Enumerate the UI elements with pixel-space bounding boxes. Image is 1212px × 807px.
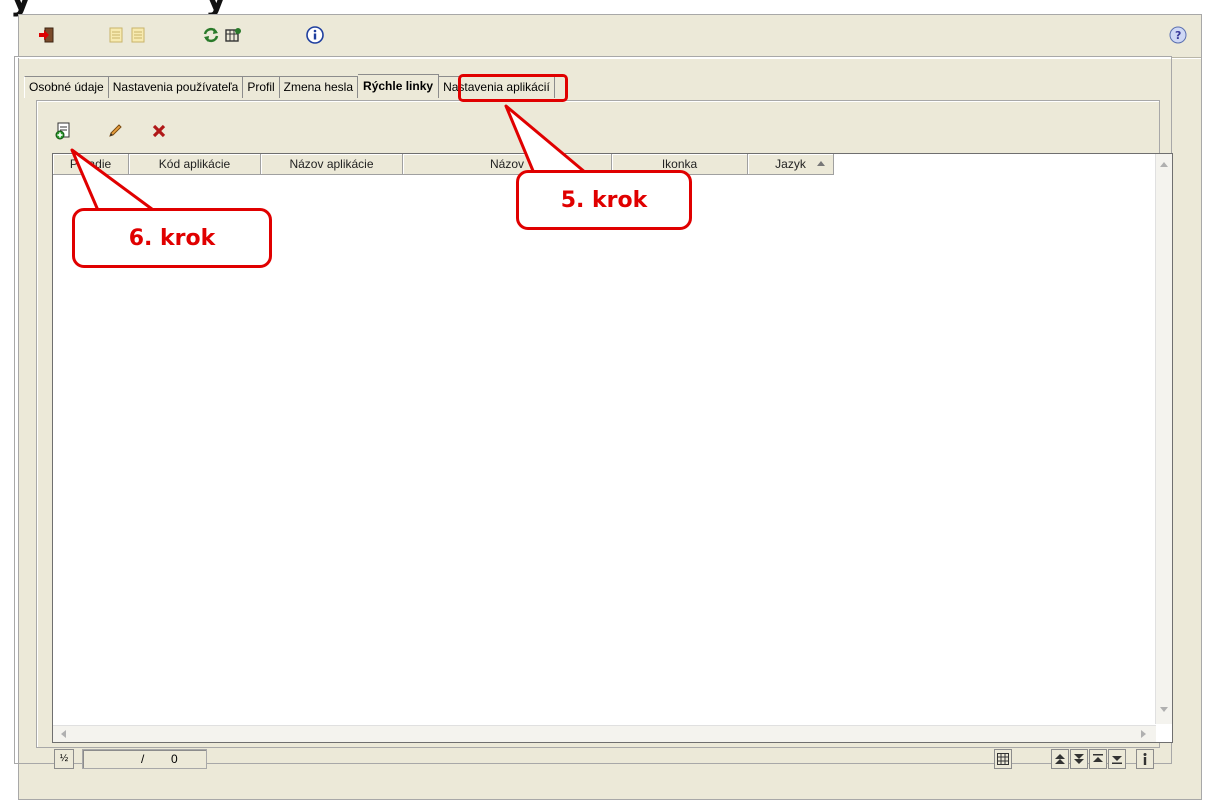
move-up-button[interactable] bbox=[1089, 749, 1107, 769]
refresh-button[interactable] bbox=[200, 24, 222, 46]
edit-icon bbox=[109, 124, 122, 137]
tab-change-password[interactable]: Zmena hesla bbox=[279, 76, 359, 98]
step6-callout: 6. krok bbox=[72, 208, 272, 268]
page-separator: / bbox=[141, 752, 145, 766]
document-button[interactable] bbox=[127, 24, 149, 46]
move-bottom-icon bbox=[1074, 754, 1084, 764]
edit-link-button[interactable] bbox=[104, 120, 126, 142]
info-button[interactable] bbox=[304, 24, 326, 46]
column-header-order[interactable]: Poradie bbox=[53, 154, 129, 174]
column-header-app-code[interactable]: Kód aplikácie bbox=[129, 154, 261, 174]
help-icon: ? bbox=[1169, 26, 1187, 44]
column-header-language[interactable]: Jazyk bbox=[748, 154, 834, 174]
document-icon bbox=[131, 27, 145, 43]
delete-icon bbox=[152, 124, 166, 138]
document-icon bbox=[109, 27, 123, 43]
main-toolbar: ? bbox=[19, 15, 1201, 58]
grid-status-bar: ½ / 0 bbox=[52, 747, 1173, 771]
help-button[interactable]: ? bbox=[1167, 24, 1189, 46]
active-tab-highlight bbox=[458, 74, 568, 102]
scroll-up-icon[interactable] bbox=[1160, 162, 1168, 167]
tab-user-settings[interactable]: Nastavenia používateľa bbox=[108, 76, 244, 98]
sort-ascending-icon bbox=[817, 161, 825, 166]
step6-label: 6. krok bbox=[128, 225, 216, 251]
page-heading-fragment: y y bbox=[0, 0, 300, 18]
scroll-right-icon[interactable] bbox=[1141, 730, 1146, 738]
refresh-icon bbox=[203, 27, 219, 43]
move-down-button[interactable] bbox=[1108, 749, 1126, 769]
tab-profile[interactable]: Profil bbox=[243, 76, 280, 98]
step5-callout: 5. krok bbox=[516, 170, 692, 230]
tab-personal-data[interactable]: Osobné údaje bbox=[24, 76, 109, 98]
move-up-icon bbox=[1093, 754, 1103, 762]
column-header-app-name[interactable]: Názov aplikácie bbox=[261, 154, 403, 174]
record-info-button[interactable] bbox=[1136, 749, 1154, 769]
new-document-button[interactable] bbox=[105, 24, 127, 46]
grid-view-button[interactable] bbox=[994, 749, 1012, 769]
page-icon[interactable]: ½ bbox=[54, 749, 74, 769]
exit-button[interactable] bbox=[35, 24, 57, 46]
move-top-icon bbox=[1055, 754, 1065, 764]
window-settings-button[interactable] bbox=[223, 24, 245, 46]
info-icon bbox=[306, 26, 324, 44]
tab-quick-links[interactable]: Rýchle linky bbox=[358, 74, 440, 98]
exit-icon bbox=[39, 27, 54, 43]
column-header-language-label: Jazyk bbox=[775, 157, 806, 171]
horizontal-scrollbar[interactable] bbox=[53, 725, 1156, 742]
vertical-scrollbar[interactable] bbox=[1155, 154, 1172, 724]
page-total: 0 bbox=[171, 752, 178, 766]
move-down-icon bbox=[1112, 756, 1122, 764]
info-icon bbox=[1143, 753, 1147, 765]
step5-label: 5. krok bbox=[560, 187, 648, 213]
add-link-button[interactable] bbox=[52, 120, 74, 142]
scroll-left-icon[interactable] bbox=[61, 730, 66, 738]
scroll-down-icon[interactable] bbox=[1160, 707, 1168, 712]
last-record-button[interactable] bbox=[1070, 749, 1088, 769]
add-icon bbox=[55, 122, 70, 140]
page-counter: / 0 bbox=[82, 749, 207, 769]
delete-link-button[interactable] bbox=[148, 120, 170, 142]
first-record-button[interactable] bbox=[1051, 749, 1069, 769]
grid-view-icon bbox=[997, 753, 1009, 765]
svg-text:?: ? bbox=[1175, 29, 1181, 42]
window-settings-icon bbox=[225, 28, 241, 42]
grid-header: Poradie Kód aplikácie Názov aplikácie Ná… bbox=[53, 154, 834, 175]
